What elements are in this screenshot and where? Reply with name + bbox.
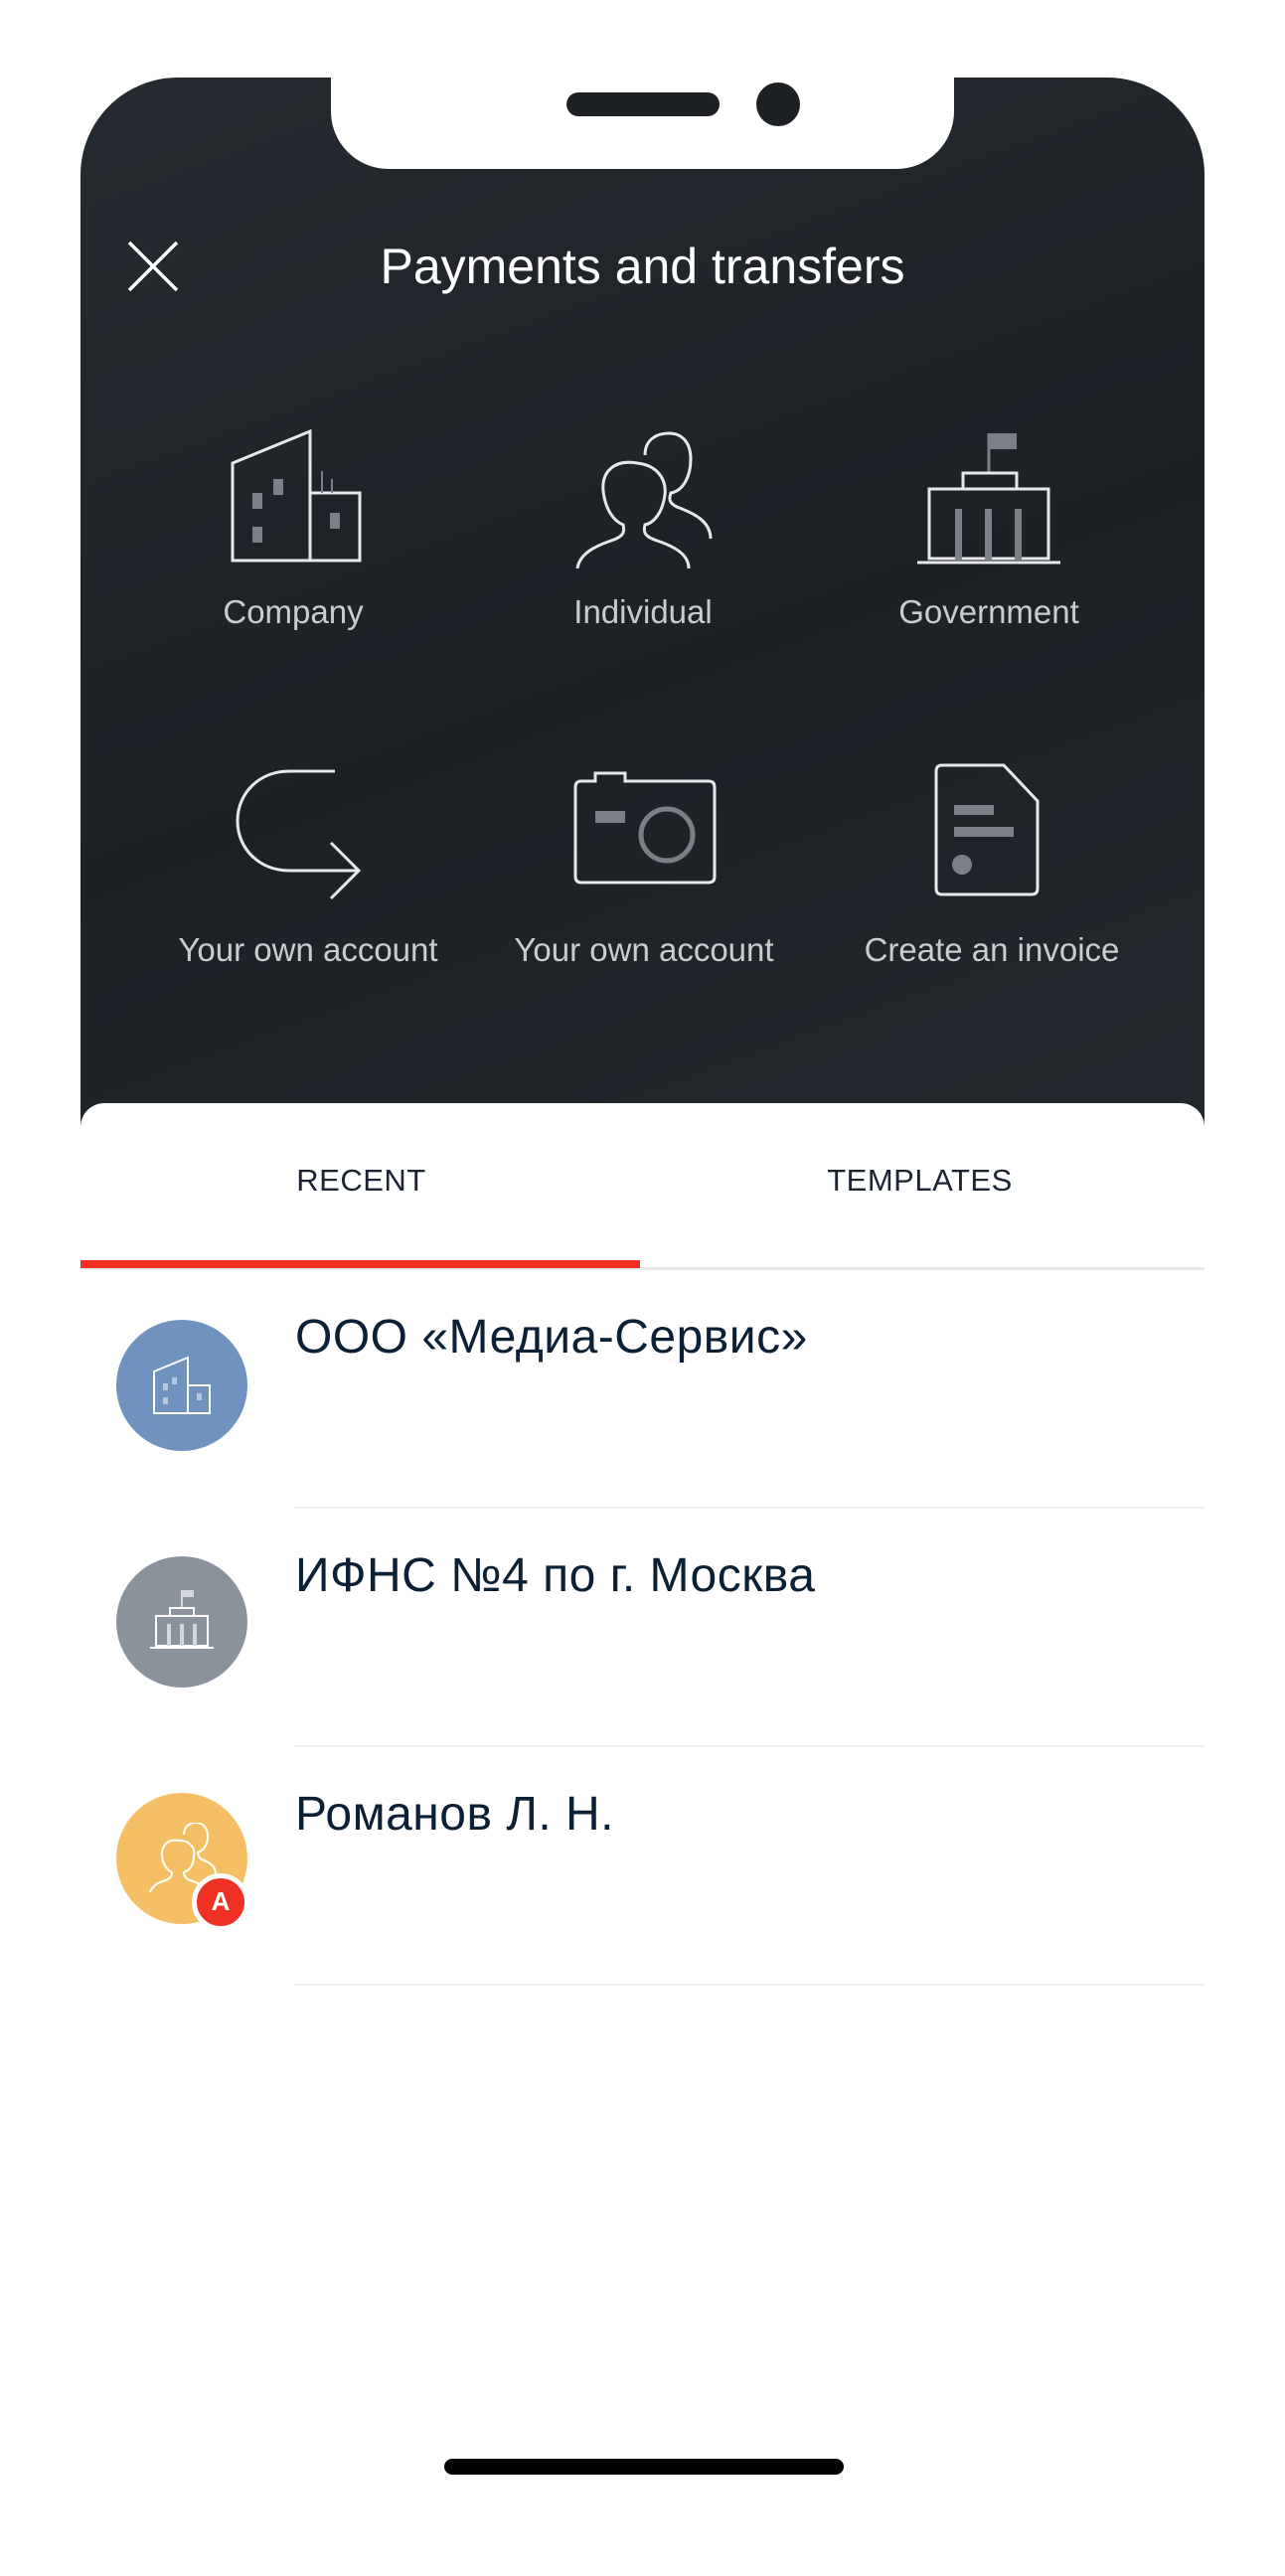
action-create-invoice[interactable]: Create an invoice (853, 755, 1131, 984)
home-indicator[interactable] (444, 2459, 844, 2475)
action-company[interactable]: Company (179, 417, 407, 646)
speaker-grille (566, 92, 720, 116)
camera-icon (573, 771, 717, 885)
close-icon (127, 241, 179, 292)
alfa-bank-badge: A (192, 1873, 249, 1931)
device-notch (331, 78, 954, 169)
divider (295, 1984, 1205, 1986)
page-title: Payments and transfers (380, 239, 905, 294)
action-own-account-transfer[interactable]: Your own account (164, 755, 452, 984)
return-arrow-icon (236, 769, 362, 900)
active-tab-indicator (80, 1260, 640, 1268)
action-own-account-camera-label: Your own account (514, 931, 774, 968)
tab-recent[interactable]: RECENT (80, 1163, 642, 1199)
people-icon (575, 431, 713, 568)
tab-templates[interactable]: TEMPLATES (639, 1163, 1201, 1199)
action-individual-label: Individual (573, 593, 713, 630)
action-government-label: Government (898, 593, 1079, 630)
action-create-invoice-label: Create an invoice (864, 931, 1120, 968)
action-company-label: Company (223, 593, 364, 630)
action-individual[interactable]: Individual (529, 417, 757, 646)
building-icon (231, 429, 362, 563)
government-building-icon (917, 433, 1060, 564)
government-building-icon (150, 1590, 214, 1649)
recipient-name: Романов Л. Н. (295, 1788, 615, 1841)
close-button[interactable] (125, 239, 181, 294)
recipient-name: ИФНС №4 по г. Москва (295, 1549, 816, 1602)
invoice-icon (934, 763, 1040, 896)
action-own-account-camera[interactable]: Your own account (500, 755, 788, 984)
avatar (116, 1320, 247, 1451)
list-item[interactable]: A Романов Л. Н. (80, 1747, 1205, 1986)
building-icon (153, 1356, 211, 1414)
action-own-account-transfer-label: Your own account (178, 931, 438, 968)
front-camera (756, 82, 800, 126)
avatar (116, 1556, 247, 1688)
list-item[interactable]: ООО «Медиа-Сервис» (80, 1270, 1205, 1509)
action-government[interactable]: Government (875, 417, 1103, 646)
list-item[interactable]: ИФНС №4 по г. Москва (80, 1509, 1205, 1747)
recipient-name: ООО «Медиа-Сервис» (295, 1311, 808, 1364)
